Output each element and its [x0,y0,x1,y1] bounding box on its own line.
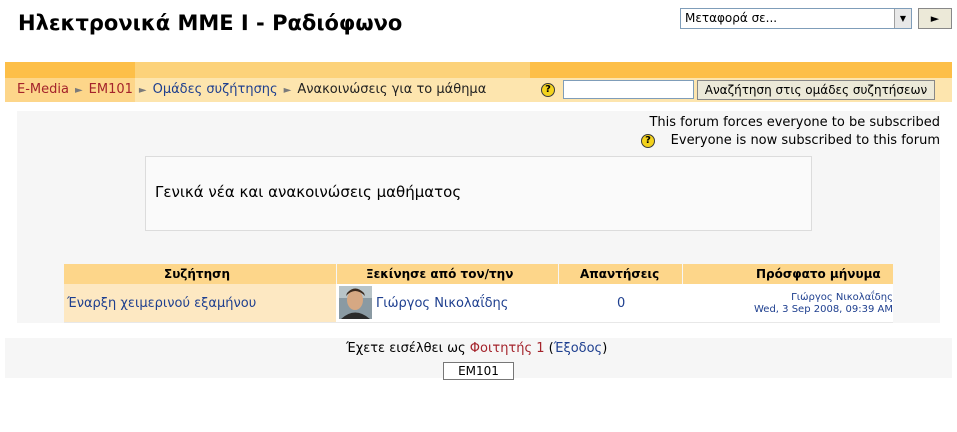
header-discussion: Συζήτηση [164,267,231,281]
forum-intro-text: Γενικά νέα και ανακοινώσεις μαθήματος [155,183,462,201]
subscription-help-icon[interactable]: ? [641,134,655,148]
topic-link[interactable]: Έναρξη χειμερινού εξαμήνου [67,296,256,311]
go-button[interactable]: ► [918,8,952,29]
last-post-date[interactable]: Wed, 3 Sep 2008, 09:39 AM [754,304,893,315]
header-replies: Απαντήσεις [580,267,660,281]
column-divider [336,264,337,284]
breadcrumb-item-current: Ανακοινώσεις για το μάθημα [297,82,487,97]
page-title: Ηλεκτρονικά ΜΜΕ Ι - Ραδιόφωνο [18,11,403,35]
paren-close: ) [602,341,608,356]
search-help-icon[interactable]: ? [541,83,555,97]
dropdown-arrow-icon[interactable]: ▼ [894,9,911,28]
forum-search-input[interactable] [563,80,694,99]
jump-to-select[interactable]: Μεταφορά σε... ▼ [680,8,912,29]
header-started-by: Ξεκίνησε από τον/την [366,267,514,281]
starter-link[interactable]: Γιώργος Νικολαΐδης [376,296,508,311]
user-link[interactable]: Φοιτητής 1 [470,341,545,356]
logout-link[interactable]: Έξοδος [554,341,602,356]
breadcrumb: E-Media ► EM101 ► Ομάδες συζήτησης ► Ανακοινώσ… [17,82,486,97]
subscription-note: This forum forces everyone to be subscri… [649,115,940,130]
column-divider [558,264,559,284]
replies-count[interactable]: 0 [617,296,625,311]
user-photo-icon [339,286,372,319]
header-last-post: Πρόσφατο μήνυμα [756,267,881,281]
breadcrumb-item-course[interactable]: EM101 [89,82,133,97]
breadcrumb-arrow-icon: ► [283,85,292,96]
course-home-button[interactable]: EM101 [443,362,514,380]
breadcrumb-arrow-icon: ► [138,85,147,96]
breadcrumb-item-site[interactable]: E-Media [17,82,69,97]
paren-open: ( [544,341,554,356]
login-info: Έχετε εισέλθει ως Φοιτητής 1 (Έξοδος) [346,341,607,356]
navbar-top-band [5,62,952,78]
forum-search-button[interactable]: Αναζήτηση στις ομάδες συζητήσεων [697,80,935,100]
last-post-author[interactable]: Γιώργος Νικολαΐδης [791,292,893,303]
jump-select-value: Μεταφορά σε... [685,11,778,25]
avatar[interactable] [339,286,372,319]
breadcrumb-arrow-icon: ► [74,85,83,96]
subscription-status: Everyone is now subscribed to this forum [670,133,940,148]
login-prefix: Έχετε εισέλθει ως [346,341,470,356]
column-divider [682,264,683,284]
breadcrumb-item-forums[interactable]: Ομάδες συζήτησης [153,82,278,97]
